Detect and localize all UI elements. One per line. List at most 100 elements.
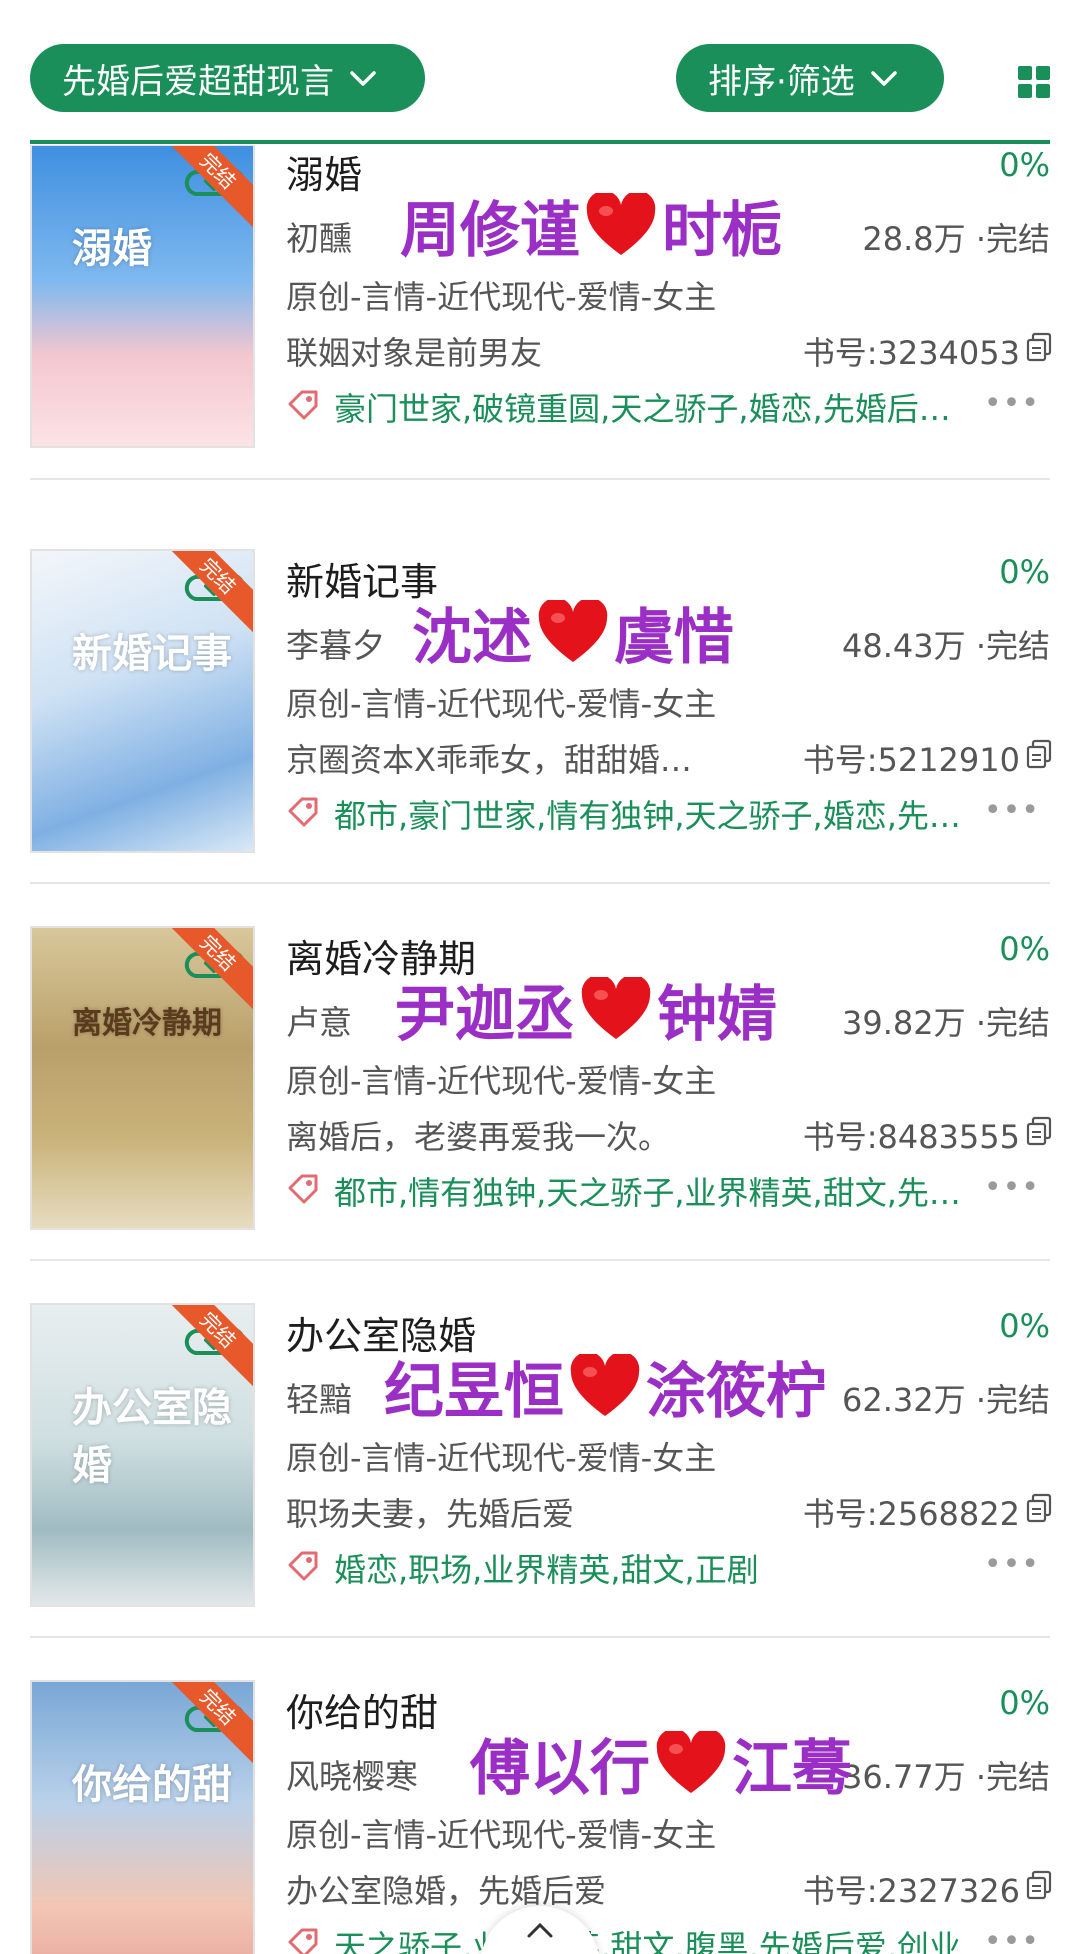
list-divider	[30, 1259, 1050, 1261]
book-intro: 职场夫妻，先婚后爱	[286, 1495, 575, 1533]
more-icon[interactable]: •••	[984, 1170, 1040, 1205]
book-intro: 办公室隐婚，先婚后爱	[286, 1872, 607, 1910]
cover-title-text: 溺婚	[72, 225, 152, 272]
copy-icon[interactable]	[1026, 1493, 1052, 1523]
book-author: 初醺	[286, 219, 352, 258]
book-number: 书号:3234053	[802, 334, 1020, 372]
book-tags: 婚恋,职场,业界精英,甜文,正剧	[334, 1551, 759, 1589]
more-icon[interactable]: •••	[984, 793, 1040, 828]
chevron-down-icon	[350, 71, 376, 86]
book-tags: 豪门世家,破镜重圆,天之骄子,婚恋,先婚后…	[334, 390, 951, 428]
list-divider	[30, 478, 1050, 480]
couple-overlay: 傅以行 江蓦	[470, 1720, 852, 1807]
book-author: 风晓樱寒	[286, 1757, 418, 1796]
list-divider	[30, 882, 1050, 884]
book-author: 轻黯	[286, 1380, 352, 1419]
book-category: 原创-言情-近代现代-爱情-女主	[286, 1062, 717, 1100]
book-title[interactable]: 溺婚	[286, 144, 362, 199]
read-progress: 0%	[999, 930, 1050, 968]
sort-filter-label: 排序·筛选	[708, 61, 855, 102]
book-stats: 36.77万 ·完结	[842, 1758, 1050, 1796]
book-cover[interactable]: 你给的甜 完结	[30, 1680, 255, 1954]
chevron-up-icon	[527, 1922, 553, 1938]
cover-title-text: 办公室隐婚	[72, 1384, 232, 1489]
filter-bar: 先婚后爱超甜现言 排序·筛选	[0, 0, 1080, 145]
book-category: 原创-言情-近代现代-爱情-女主	[286, 1439, 717, 1477]
book-stats: 48.43万 ·完结	[842, 627, 1050, 665]
couple-left-name: 周修谨	[400, 196, 580, 266]
book-tags: 都市,情有独钟,天之骄子,业界精英,甜文,先…	[334, 1174, 961, 1212]
book-number: 书号:5212910	[802, 741, 1020, 779]
book-number: 书号:2327326	[802, 1872, 1020, 1910]
book-number: 书号:8483555	[802, 1118, 1020, 1156]
book-cover[interactable]: 办公室隐婚 完结	[30, 1303, 255, 1607]
cover-title-text: 你给的甜	[72, 1761, 232, 1808]
read-progress: 0%	[999, 146, 1050, 184]
heart-icon	[586, 192, 656, 255]
book-stats: 39.82万 ·完结	[842, 1004, 1050, 1042]
tag-icon	[288, 390, 318, 420]
book-stats: 62.32万 ·完结	[842, 1381, 1050, 1419]
chevron-down-icon	[871, 71, 897, 86]
book-intro: 联姻对象是前男友	[286, 334, 543, 372]
copy-icon[interactable]	[1026, 332, 1052, 362]
tag-icon	[288, 797, 318, 827]
tag-icon	[288, 1174, 318, 1204]
couple-right-name: 虞惜	[614, 603, 734, 673]
heart-icon	[570, 1353, 640, 1416]
read-progress: 0%	[999, 553, 1050, 591]
tag-icon	[288, 1928, 318, 1954]
book-category: 原创-言情-近代现代-爱情-女主	[286, 278, 717, 316]
book-intro: 京圈资本X乖乖女，甜甜婚…	[286, 741, 692, 779]
book-title[interactable]: 你给的甜	[286, 1682, 438, 1737]
cover-title-text: 新婚记事	[72, 630, 232, 677]
book-tags: 都市,豪门世家,情有独钟,天之骄子,婚恋,先…	[334, 797, 961, 835]
sort-filter-button[interactable]: 排序·筛选	[676, 44, 944, 112]
book-cover[interactable]: 溺婚 完结	[30, 144, 255, 448]
book-stats: 28.8万 ·完结	[862, 220, 1050, 258]
couple-left-name: 纪昱恒	[384, 1357, 564, 1427]
more-icon[interactable]: •••	[984, 386, 1040, 421]
copy-icon[interactable]	[1026, 1870, 1052, 1900]
book-list-item[interactable]: 离婚冷静期 完结 离婚冷静期 0% 卢意 39.82万 ·完结 原创-言情-近代…	[0, 898, 1080, 1275]
category-filter-button[interactable]: 先婚后爱超甜现言	[30, 44, 425, 112]
list-divider	[30, 1636, 1050, 1638]
category-filter-label: 先婚后爱超甜现言	[62, 61, 334, 102]
read-progress: 0%	[999, 1684, 1050, 1722]
couple-left-name: 沈述	[412, 603, 532, 673]
couple-right-name: 涂筱柠	[646, 1357, 826, 1427]
heart-icon	[656, 1730, 726, 1793]
couple-overlay: 周修谨 时栀	[400, 182, 782, 269]
book-number: 书号:2568822	[802, 1495, 1020, 1533]
heart-icon	[581, 976, 651, 1039]
heart-icon	[538, 599, 608, 662]
read-progress: 0%	[999, 1307, 1050, 1345]
tag-icon	[288, 1551, 318, 1581]
book-author: 卢意	[286, 1003, 352, 1042]
book-list-item[interactable]: 办公室隐婚 完结 办公室隐婚 0% 轻黯 62.32万 ·完结 原创-言情-近代…	[0, 1275, 1080, 1652]
book-author: 李暮夕	[286, 626, 385, 665]
book-list-item[interactable]: 新婚记事 完结 新婚记事 0% 李暮夕 48.43万 ·完结 原创-言情-近代现…	[0, 521, 1080, 898]
couple-right-name: 江蓦	[732, 1734, 852, 1804]
book-category: 原创-言情-近代现代-爱情-女主	[286, 1816, 717, 1854]
couple-overlay: 尹迦丞 钟婧	[395, 966, 777, 1053]
cover-title-text: 离婚冷静期	[72, 1006, 222, 1041]
couple-right-name: 钟婧	[657, 980, 777, 1050]
book-category: 原创-言情-近代现代-爱情-女主	[286, 685, 717, 723]
book-intro: 离婚后，老婆再爱我一次。	[286, 1118, 671, 1156]
copy-icon[interactable]	[1026, 1116, 1052, 1146]
couple-overlay: 沈述 虞惜	[412, 589, 734, 676]
couple-left-name: 尹迦丞	[395, 980, 575, 1050]
couple-left-name: 傅以行	[470, 1734, 650, 1804]
more-icon[interactable]: •••	[984, 1924, 1040, 1954]
more-icon[interactable]: •••	[984, 1547, 1040, 1582]
copy-icon[interactable]	[1026, 739, 1052, 769]
book-cover[interactable]: 离婚冷静期 完结	[30, 926, 255, 1230]
book-list-item[interactable]: 溺婚 完结 溺婚 0% 初醺 28.8万 ·完结 原创-言情-近代现代-爱情-女…	[0, 144, 1080, 521]
book-cover[interactable]: 新婚记事 完结	[30, 549, 255, 853]
book-tags: 天之骄子,业界精英,甜文,腹黑,先婚后爱,创业…	[334, 1928, 993, 1954]
tab-underline	[30, 140, 1050, 144]
couple-right-name: 时栀	[662, 196, 782, 266]
grid-view-icon[interactable]	[1018, 66, 1050, 98]
couple-overlay: 纪昱恒 涂筱柠	[384, 1343, 826, 1430]
